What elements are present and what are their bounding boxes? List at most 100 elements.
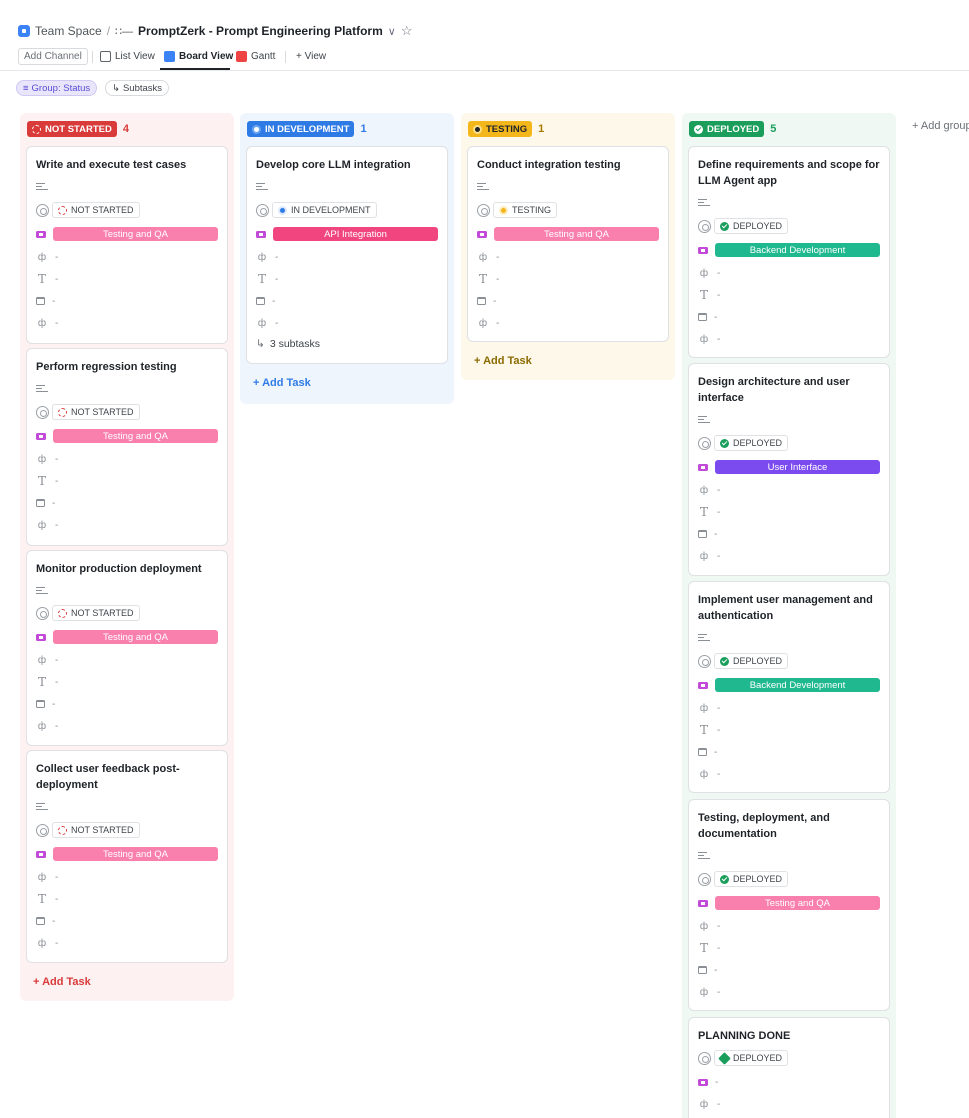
status-dropdown[interactable]: NOT STARTED <box>52 605 140 621</box>
tag-badge[interactable]: Testing and QA <box>53 227 218 241</box>
custom-field-row[interactable]: ф- <box>477 316 499 330</box>
custom-field-row[interactable]: ф- <box>698 985 720 999</box>
custom-field-row[interactable]: ф- <box>698 767 720 781</box>
description-row[interactable] <box>698 195 710 209</box>
assignee-row[interactable] <box>36 823 49 837</box>
task-card[interactable]: Design architecture and user interface D… <box>688 363 890 576</box>
date-row[interactable]: - <box>36 697 55 711</box>
custom-field-row[interactable]: ф- <box>698 332 720 346</box>
task-title[interactable]: Testing, deployment, and documentation <box>698 810 882 842</box>
tag-badge[interactable]: User Interface <box>715 460 880 474</box>
text-field-row[interactable]: T- <box>256 272 278 286</box>
custom-field-row[interactable]: ф- <box>36 316 58 330</box>
page-title[interactable]: PromptZerk - Prompt Engineering Platform <box>138 24 383 38</box>
task-title[interactable]: PLANNING DONE <box>698 1028 882 1044</box>
text-field-row[interactable]: T- <box>698 941 720 955</box>
custom-field-row[interactable]: ф- <box>36 870 58 884</box>
text-field-row[interactable]: T- <box>698 288 720 302</box>
description-row[interactable] <box>256 179 268 193</box>
task-title[interactable]: Implement user management and authentica… <box>698 592 882 624</box>
date-row[interactable]: - <box>698 745 717 759</box>
status-dropdown[interactable]: TESTING <box>493 202 558 218</box>
custom-field-row[interactable]: ф- <box>698 701 720 715</box>
description-row[interactable] <box>698 848 710 862</box>
text-field-row[interactable]: T- <box>477 272 499 286</box>
task-card[interactable]: Develop core LLM integration IN DEVELOPM… <box>246 146 448 364</box>
task-card[interactable]: Define requirements and scope for LLM Ag… <box>688 146 890 358</box>
custom-field-row[interactable]: ф- <box>698 483 720 497</box>
status-dropdown[interactable]: DEPLOYED <box>714 1050 789 1066</box>
description-row[interactable] <box>36 583 48 597</box>
task-card[interactable]: Write and execute test cases NOT STARTED… <box>26 146 228 344</box>
assignee-row[interactable] <box>698 654 711 668</box>
tag-badge[interactable]: Testing and QA <box>53 429 218 443</box>
task-title[interactable]: Define requirements and scope for LLM Ag… <box>698 157 882 189</box>
tag-badge[interactable]: Testing and QA <box>715 896 880 910</box>
custom-field-row[interactable]: ф- <box>698 549 720 563</box>
task-card[interactable]: Collect user feedback post-deployment NO… <box>26 750 228 963</box>
add-channel-button[interactable]: Add Channel <box>18 48 88 65</box>
date-row[interactable]: - <box>698 963 717 977</box>
tag-badge[interactable]: Testing and QA <box>53 630 218 644</box>
assignee-row[interactable] <box>698 436 711 450</box>
assignee-row[interactable] <box>698 1051 711 1065</box>
star-icon[interactable]: ☆ <box>401 23 413 39</box>
subtasks-toggle[interactable]: ↳ 3 subtasks <box>256 337 320 351</box>
column-header[interactable]: TESTING 1 <box>468 121 544 137</box>
task-card[interactable]: Perform regression testing NOT STARTED T… <box>26 348 228 546</box>
description-row[interactable] <box>698 412 710 426</box>
custom-field-row[interactable]: ф- <box>36 653 58 667</box>
assignee-icon[interactable] <box>698 219 711 233</box>
date-row[interactable]: - <box>256 294 275 308</box>
custom-field-row[interactable]: ф- <box>256 316 278 330</box>
task-title[interactable]: Conduct integration testing <box>477 157 661 173</box>
subtasks-filter[interactable]: ↳ Subtasks <box>105 80 170 96</box>
custom-field-row[interactable]: ф- <box>698 919 720 933</box>
task-card[interactable]: Conduct integration testing TESTING Test… <box>467 146 669 342</box>
assignee-row[interactable] <box>477 203 490 217</box>
tag-badge[interactable]: Testing and QA <box>53 847 218 861</box>
status-dropdown[interactable]: DEPLOYED <box>714 871 789 887</box>
tag-badge[interactable]: API Integration <box>273 227 438 241</box>
task-card[interactable]: Monitor production deployment NOT STARTE… <box>26 550 228 746</box>
description-row[interactable] <box>36 381 48 395</box>
status-dropdown[interactable]: NOT STARTED <box>52 822 140 838</box>
custom-field-row[interactable]: ф- <box>36 719 58 733</box>
text-field-row[interactable]: T- <box>698 505 720 519</box>
chevron-down-icon[interactable]: ∨ <box>388 25 396 38</box>
status-dropdown[interactable]: DEPLOYED <box>714 218 789 234</box>
description-row[interactable] <box>36 799 48 813</box>
date-row[interactable]: - <box>698 527 717 541</box>
add-task-button[interactable]: + Add Task <box>474 354 532 368</box>
task-title[interactable]: Write and execute test cases <box>36 157 220 173</box>
tag-row[interactable]: - <box>698 1075 718 1089</box>
assignee-icon[interactable] <box>256 203 269 217</box>
assignee-row[interactable] <box>36 606 49 620</box>
tab-board-view[interactable]: Board View <box>164 48 233 65</box>
group-by-status-filter[interactable]: ≡ Group: Status <box>16 80 98 96</box>
tag-badge[interactable]: Testing and QA <box>494 227 659 241</box>
custom-field-row[interactable]: ф- <box>256 250 278 264</box>
tag-badge[interactable]: Backend Development <box>715 243 880 257</box>
custom-field-row[interactable]: ф- <box>36 936 58 950</box>
custom-field-row[interactable]: ф- <box>698 266 720 280</box>
task-title[interactable]: Collect user feedback post-deployment <box>36 761 220 793</box>
date-row[interactable]: - <box>36 914 55 928</box>
assignee-icon[interactable] <box>477 203 490 217</box>
task-title[interactable]: Develop core LLM integration <box>256 157 440 173</box>
assignee-icon[interactable] <box>698 436 711 450</box>
add-group-button[interactable]: + Add group <box>912 120 969 132</box>
tab-gantt[interactable]: Gantt <box>236 48 275 65</box>
assignee-row[interactable] <box>256 203 269 217</box>
task-title[interactable]: Perform regression testing <box>36 359 220 375</box>
task-card[interactable]: Testing, deployment, and documentation D… <box>688 799 890 1011</box>
status-dropdown[interactable]: NOT STARTED <box>52 202 140 218</box>
status-dropdown[interactable]: DEPLOYED <box>714 435 789 451</box>
status-dropdown[interactable]: IN DEVELOPMENT <box>272 202 377 218</box>
assignee-row[interactable] <box>36 405 49 419</box>
breadcrumb-space[interactable]: Team Space <box>35 24 102 38</box>
custom-field-row[interactable]: ф- <box>698 1097 720 1111</box>
text-field-row[interactable]: T- <box>36 892 58 906</box>
description-row[interactable] <box>477 179 489 193</box>
assignee-icon[interactable] <box>36 203 49 217</box>
